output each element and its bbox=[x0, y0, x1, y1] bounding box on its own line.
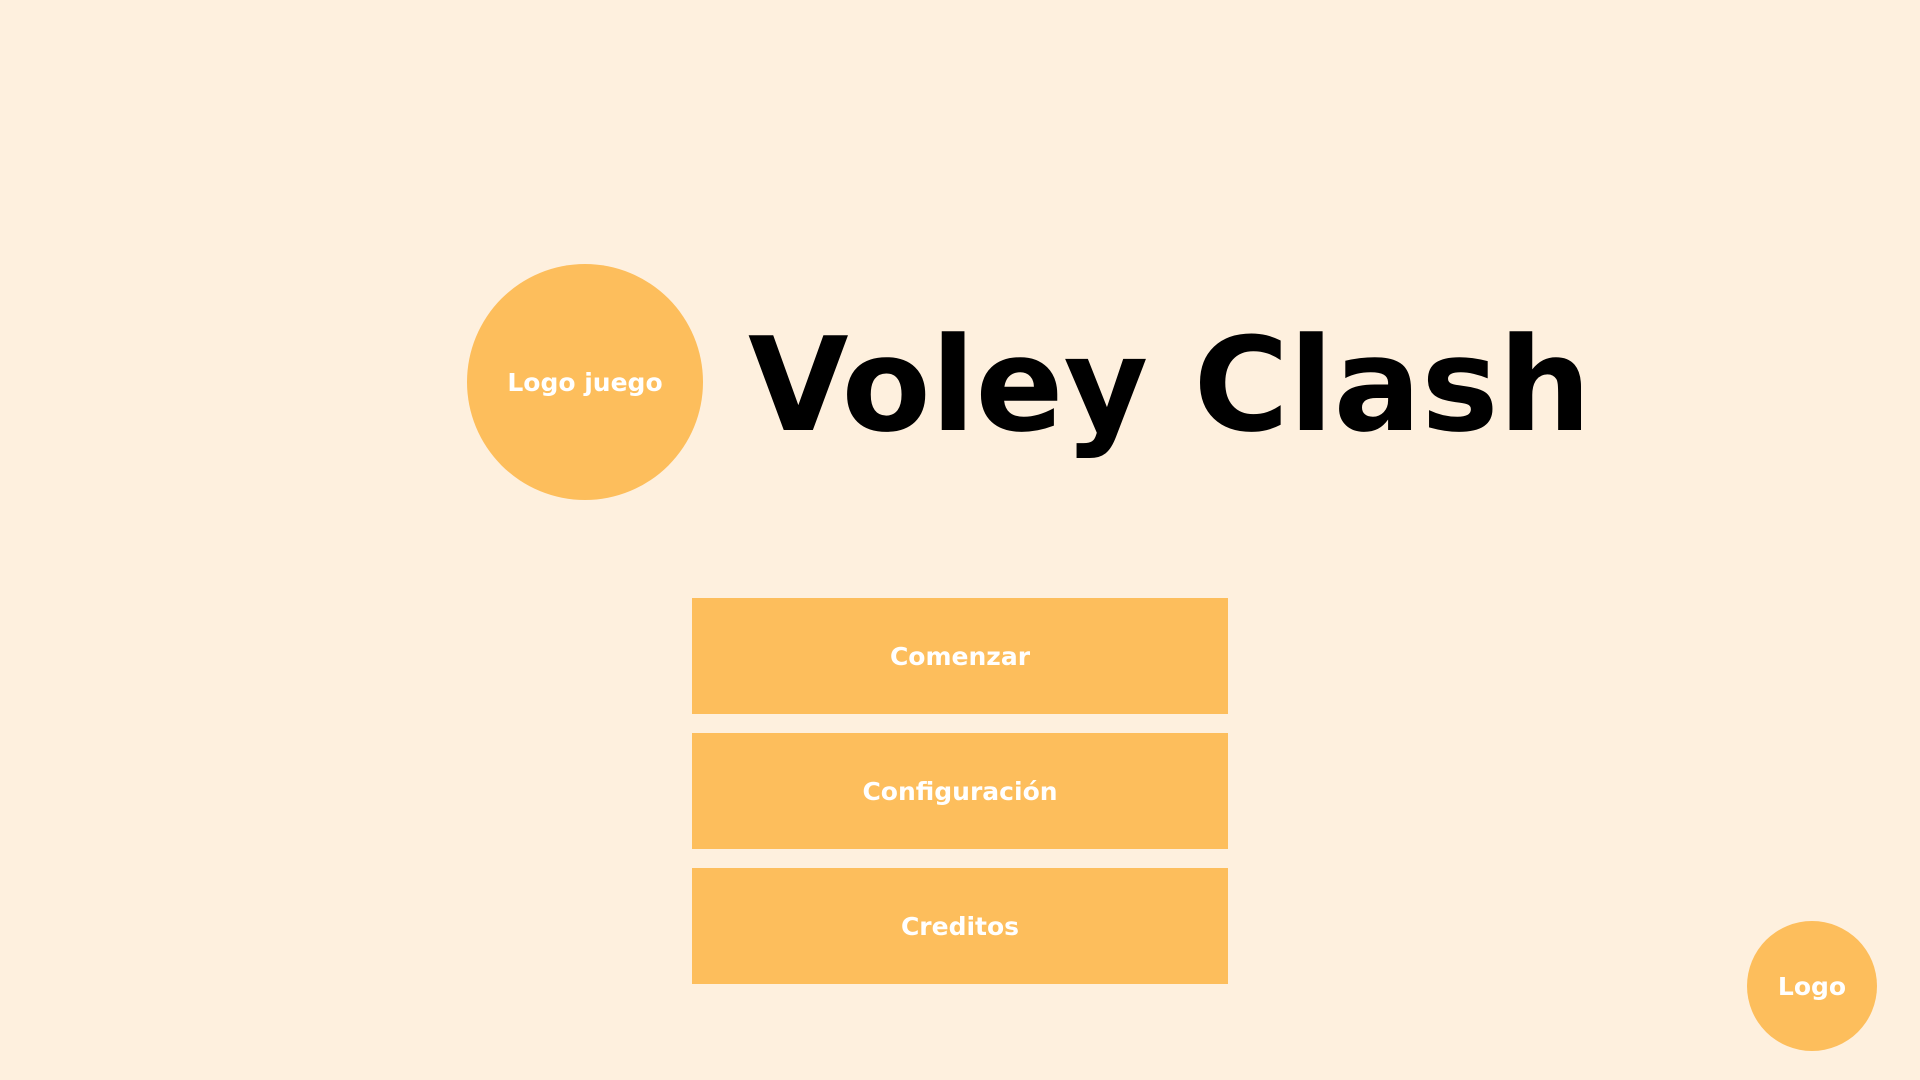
settings-button[interactable]: Configuración bbox=[692, 733, 1228, 849]
studio-logo-label: Logo bbox=[1777, 971, 1847, 1001]
settings-button-label: Configuración bbox=[862, 776, 1058, 806]
start-button[interactable]: Comenzar bbox=[692, 598, 1228, 714]
main-menu: Comenzar Configuración Creditos bbox=[692, 598, 1228, 1003]
game-title: Voley Clash bbox=[748, 309, 1592, 461]
start-button-label: Comenzar bbox=[889, 641, 1031, 671]
credits-button-label: Creditos bbox=[900, 911, 1020, 941]
game-logo-label: Logo juego bbox=[507, 367, 663, 397]
credits-button[interactable]: Creditos bbox=[692, 868, 1228, 984]
studio-logo: Logo bbox=[1747, 921, 1877, 1051]
game-logo: Logo juego bbox=[467, 264, 703, 500]
